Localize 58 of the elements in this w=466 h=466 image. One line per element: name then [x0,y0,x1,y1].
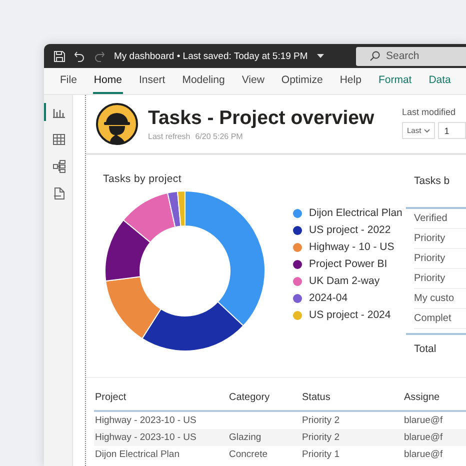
refresh-time: 6/20 5:26 PM [195,132,243,141]
undo-icon[interactable] [74,50,85,62]
table-cell-text: Highway - 2023-10 - US [95,432,198,443]
ribbon-tab[interactable]: View [240,68,266,94]
total-label: Total [414,343,436,355]
save-icon[interactable] [54,50,65,62]
refresh-label: Last refresh [148,132,190,141]
ribbon-tab[interactable]: Data [428,68,452,94]
search-icon [370,50,380,60]
chevron-icon [424,128,430,132]
column-header[interactable]: Assigne [404,392,466,402]
ribbon-tab[interactable]: Home [92,68,123,94]
document-title[interactable]: My dashboard • Last saved: Today at 5:19 PM [114,50,308,62]
status-cell: Verified [414,213,448,224]
ribbon-tab[interactable]: Insert [138,68,166,94]
column-header[interactable]: Category [229,392,302,402]
status-cell: Priority [414,233,446,244]
ribbon-tab[interactable]: Optimize [280,68,324,94]
column-header[interactable]: Status [302,392,404,402]
dax-query-icon [52,186,66,200]
table-cell-text: Concrete [229,449,269,460]
report-title: Tasks - Project overview [148,107,374,130]
legend-label: Project Power BI [309,258,388,270]
table-icon [53,134,65,144]
ribbon-tab[interactable]: Modeling [181,68,226,94]
legend-label: Highway - 10 - US [309,241,394,253]
legend-label: Dijon Electrical Plan [309,207,402,219]
table-cell-text: blarue@f [404,415,444,426]
status-cell: Priority [414,273,446,284]
caret-icon[interactable] [316,54,324,58]
table-cell-text: blarue@f [404,449,444,460]
table-cell-text: Highway - 2023-10 - US [95,415,198,426]
ribbon-tab[interactable]: Format [377,68,413,94]
table-cell-text: Dijon Electrical Plan [95,449,180,460]
table-cell-text: Priority 2 [302,415,340,426]
report-icon [53,106,65,118]
column-header[interactable]: Project [95,392,229,402]
search-field[interactable]: Search [356,46,466,66]
chart-title: Tasks by project [103,173,182,185]
worker-logo [96,103,138,145]
status-cell: Complet [414,313,452,324]
legend-label: 2024-04 [309,292,348,304]
table-title: Tasks b [413,175,451,187]
ribbon-tab[interactable]: File [59,68,78,94]
legend-label: US project - 2024 [309,309,391,321]
legend-label: US project - 2022 [309,224,391,236]
slicer-label: Last modified [402,107,457,117]
table-cell-text: Glazing [229,432,262,443]
donut-slice [104,220,151,282]
status-cell: Priority [414,253,446,264]
status-cell: My custo [414,293,454,304]
period-value-field[interactable]: 1 [438,122,466,139]
legend-label: UK Dam 2-way [309,275,380,287]
table-cell-text: blarue@f [404,432,444,443]
ribbon-tab[interactable]: Help [338,68,362,94]
table-cell-text: Priority 2 [302,432,340,443]
model-icon [52,160,66,172]
table-cell-text: Priority 1 [302,449,340,460]
